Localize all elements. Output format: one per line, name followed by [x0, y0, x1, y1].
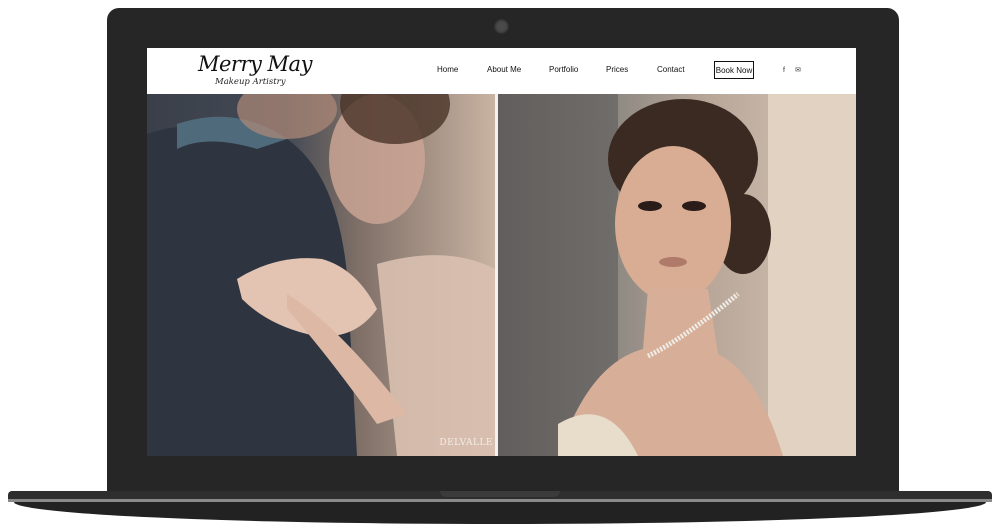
nav-home[interactable]: Home [437, 65, 458, 74]
facebook-icon[interactable]: f [780, 66, 788, 74]
photographer-watermark: DELVALLE [439, 438, 493, 448]
logo-subtitle: Makeup Artistry [215, 77, 286, 87]
site-logo[interactable]: Merry May Makeup Artistry [198, 52, 318, 92]
laptop-notch [440, 491, 560, 497]
portrait-photo [498, 94, 856, 456]
logo-text: Merry May [198, 52, 312, 76]
nav-portfolio[interactable]: Portfolio [549, 65, 578, 74]
book-now-button[interactable]: Book Now [714, 61, 754, 79]
nav-about-me[interactable]: About Me [487, 65, 521, 74]
nav-contact[interactable]: Contact [657, 65, 685, 74]
hero-photo-right [498, 94, 856, 456]
email-icon[interactable]: ✉ [794, 66, 802, 74]
hero-photo-left: DELVALLE [147, 94, 495, 456]
couple-photo [147, 94, 495, 456]
webcam-icon [494, 19, 509, 34]
site-header: Merry May Makeup Artistry Home About Me … [147, 48, 856, 93]
laptop-screen: Merry May Makeup Artistry Home About Me … [147, 48, 856, 456]
nav-prices[interactable]: Prices [606, 65, 628, 74]
laptop-base-bottom [14, 502, 986, 524]
